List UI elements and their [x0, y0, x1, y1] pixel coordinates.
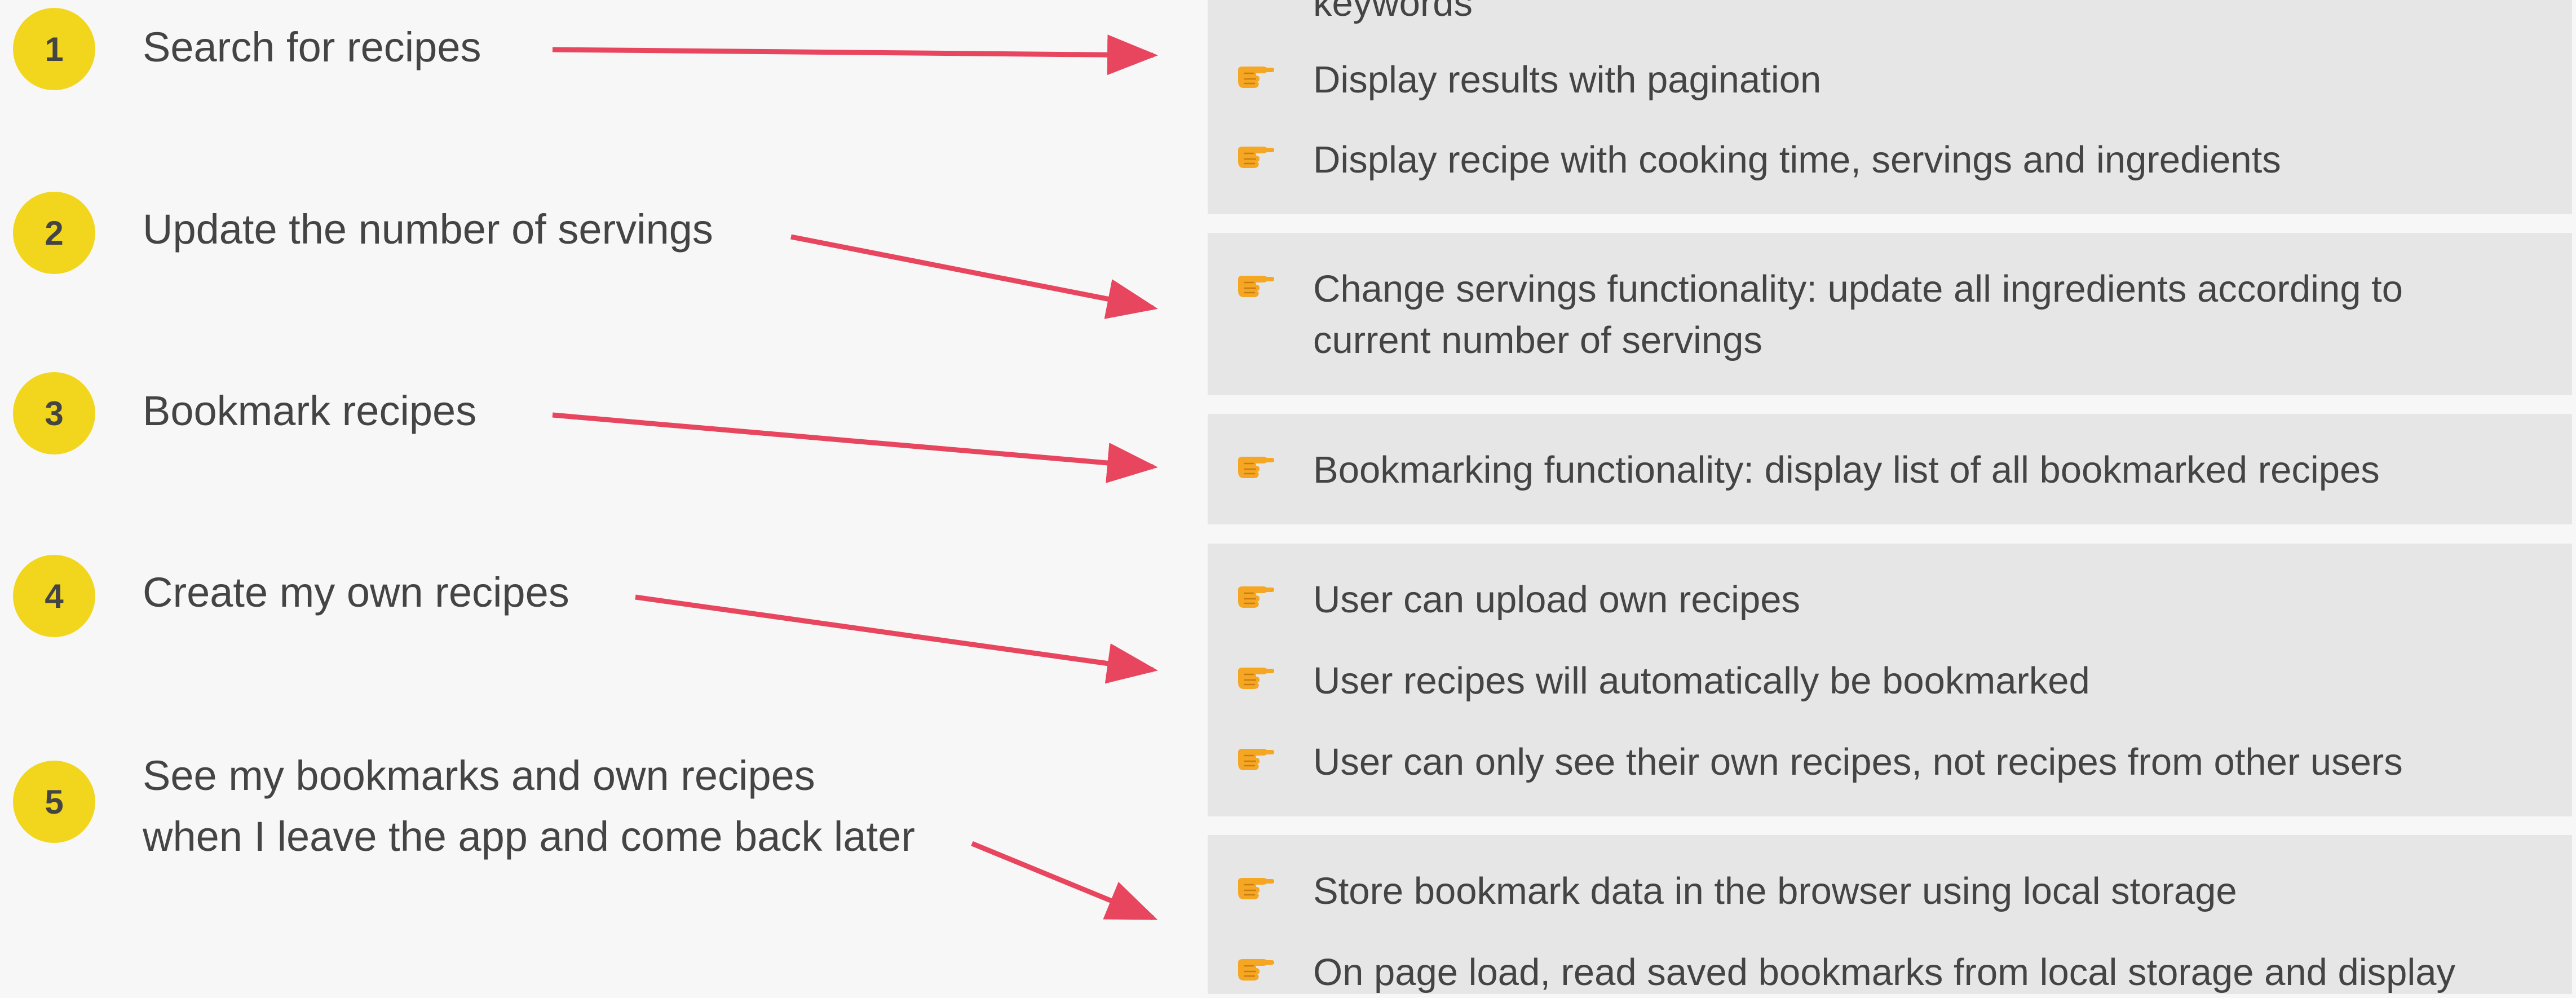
arrow-4 [635, 594, 1158, 684]
connector-arrows [552, 34, 1158, 921]
arrow-5 [971, 841, 1158, 921]
arrow-2 [790, 234, 1158, 319]
arrow-1 [552, 34, 1158, 76]
stories-to-features-diagram: 1 Search for recipes 2 Update the number… [0, 0, 2576, 994]
arrow-3 [552, 412, 1158, 483]
